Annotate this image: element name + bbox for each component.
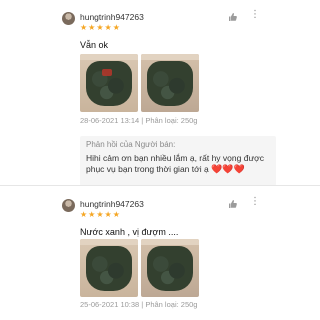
rating-stars: ★ ★ ★ ★ ★ xyxy=(80,211,120,219)
star-icon: ★ xyxy=(112,210,120,219)
star-icon: ★ xyxy=(80,210,88,219)
avatar[interactable] xyxy=(62,12,75,25)
thumbs-up-icon[interactable] xyxy=(228,199,238,209)
review-photo[interactable] xyxy=(141,54,199,112)
star-icon: ★ xyxy=(96,23,104,32)
star-icon: ★ xyxy=(104,23,112,32)
review-meta: 25-06-2021 10:38 | Phân loại: 250g xyxy=(80,300,198,309)
star-icon: ★ xyxy=(88,23,96,32)
avatar[interactable] xyxy=(62,199,75,212)
seller-reply-title: Phản hồi của Người bán: xyxy=(86,140,176,149)
seller-reply-text: Hihi cảm ơn bạn nhiều lắm ạ, rất hy vọng… xyxy=(86,153,272,175)
star-icon: ★ xyxy=(88,210,96,219)
more-dots-icon[interactable]: ⋮ xyxy=(250,197,260,207)
star-icon: ★ xyxy=(80,23,88,32)
reviewer-username[interactable]: hungtrinh947263 xyxy=(80,12,144,22)
star-icon: ★ xyxy=(112,23,120,32)
thumbs-up-icon[interactable] xyxy=(228,12,238,22)
review-meta: 28-06-2021 13:14 | Phân loại: 250g xyxy=(80,116,198,125)
star-icon: ★ xyxy=(104,210,112,219)
review-photo[interactable] xyxy=(80,54,138,112)
more-dots-icon[interactable]: ⋮ xyxy=(250,10,260,20)
rating-stars: ★ ★ ★ ★ ★ xyxy=(80,24,120,32)
reviewer-username[interactable]: hungtrinh947263 xyxy=(80,199,144,209)
review-comment: Nước xanh , vị đượm .... xyxy=(80,227,179,237)
divider xyxy=(0,185,320,186)
star-icon: ★ xyxy=(96,210,104,219)
seller-reply: Phản hồi của Người bán: Hihi cảm ơn bạn … xyxy=(80,136,276,186)
review-comment: Vẫn ok xyxy=(80,40,109,50)
heart-icon: ❤️❤️❤️ xyxy=(211,164,245,174)
review-photo[interactable] xyxy=(141,239,199,297)
review-photo[interactable] xyxy=(80,239,138,297)
